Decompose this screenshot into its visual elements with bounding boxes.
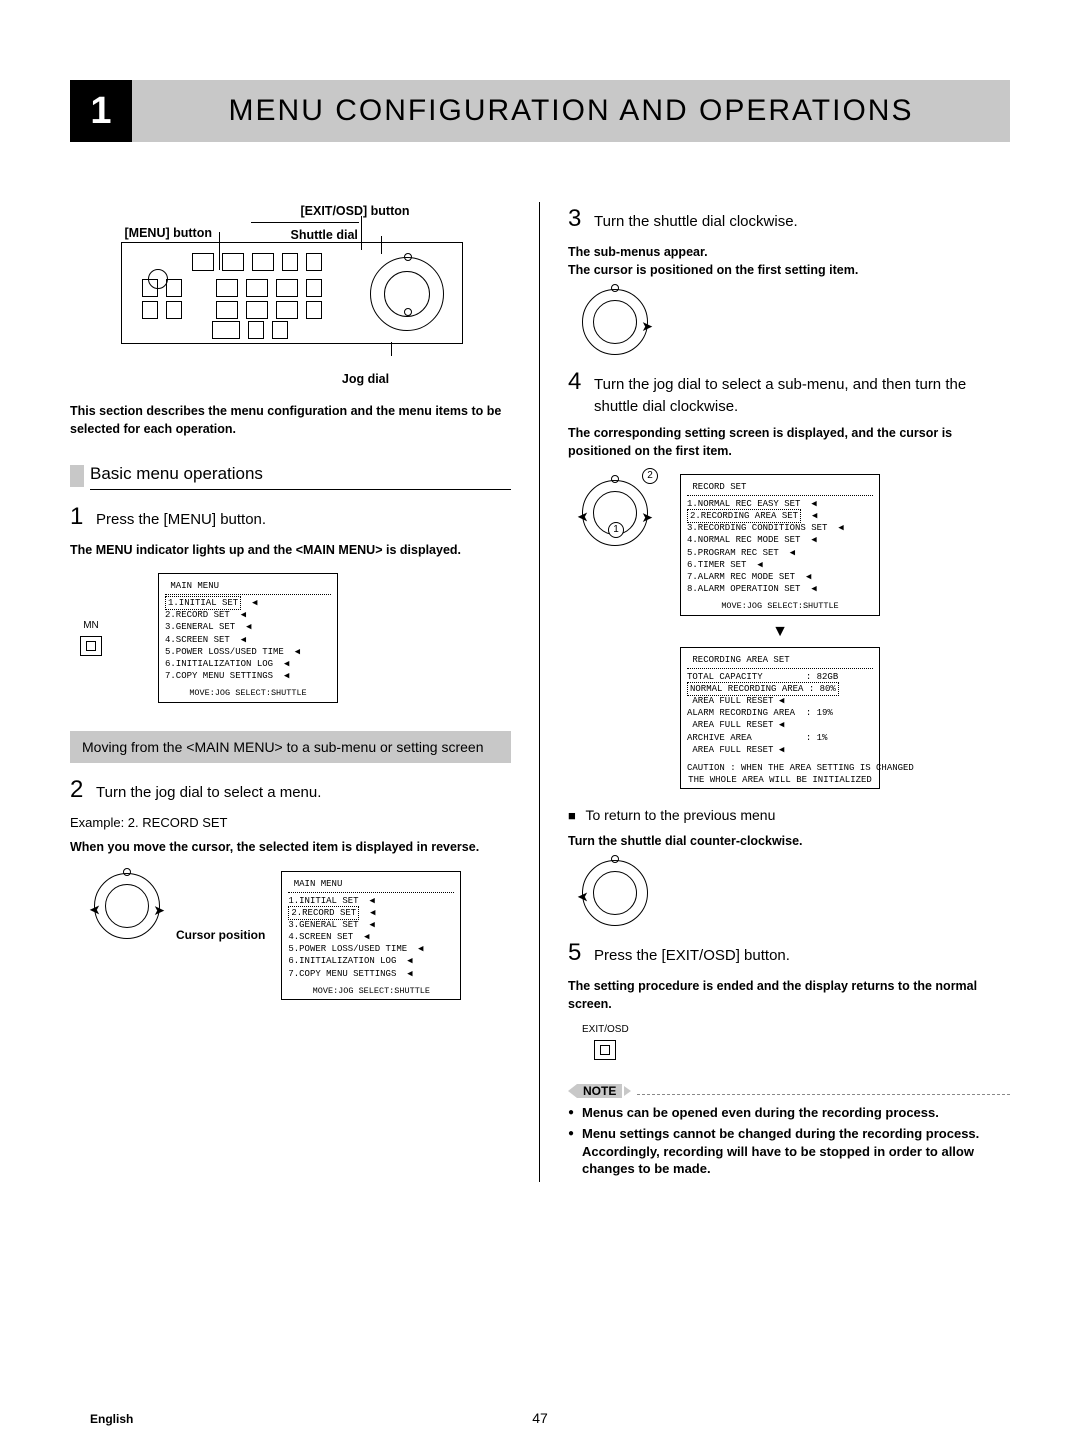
step-5-text: Press the [EXIT/OSD] button.	[594, 943, 790, 967]
shuttle-ccw-figure: ➤	[582, 860, 648, 926]
osd-record-set: RECORD SET1.NORMAL REC EASY SET ◀2.RECOR…	[680, 474, 880, 616]
step-3-sub: The sub-menus appear.The cursor is posit…	[568, 243, 1010, 279]
shuttle-dial-figure: ➤	[582, 289, 648, 355]
callout-exit-osd: [EXIT/OSD] button	[301, 202, 410, 220]
exit-osd-indicator: EXIT/OSD	[582, 1023, 629, 1060]
step-2-example: Example: 2. RECORD SET	[70, 814, 511, 833]
chapter-number: 1	[70, 80, 132, 142]
callout-menu: [MENU] button	[125, 224, 212, 242]
section-title: Basic menu operations	[70, 462, 511, 490]
jog-dial-figure: ➤ ➤	[94, 873, 160, 939]
step-2-sub: When you move the cursor, the selected i…	[70, 838, 511, 856]
callout-jog: Jog dial	[220, 370, 511, 388]
note-list: Menus can be opened even during the reco…	[568, 1104, 1010, 1178]
note-item: Menus can be opened even during the reco…	[568, 1104, 1010, 1122]
page-number: 47	[532, 1410, 548, 1426]
step-1-text: Press the [MENU] button.	[96, 507, 266, 531]
step-3-text: Turn the shuttle dial clockwise.	[594, 209, 798, 233]
step-number: 3	[568, 202, 594, 237]
osd-recording-area-set: RECORDING AREA SETTOTAL CAPACITY : 82GBN…	[680, 647, 880, 789]
step-1-sub: The MENU indicator lights up and the <MA…	[70, 541, 511, 559]
osd-main-menu: MAIN MENU1.INITIAL SET ◀2.RECORD SET ◀3.…	[158, 573, 338, 703]
footer-language: English	[90, 1412, 133, 1426]
badge-2: 2	[642, 468, 658, 484]
step-4-sub: The corresponding setting screen is disp…	[568, 424, 1010, 460]
transition-box: Moving from the <MAIN MENU> to a sub-men…	[70, 731, 511, 763]
step-number: 1	[70, 500, 96, 535]
section-describes: This section describes the menu configur…	[70, 402, 511, 438]
step-5-sub: The setting procedure is ended and the d…	[568, 977, 1010, 1013]
osd-main-menu-cursor: MAIN MENU1.INITIAL SET ◀2.RECORD SET ◀3.…	[281, 871, 461, 1001]
cursor-position-label: Cursor position	[176, 928, 265, 942]
down-arrow-icon: ▼	[680, 620, 880, 643]
square-bullet-icon: ■	[568, 807, 576, 826]
chapter-bar: 1 MENU CONFIGURATION AND OPERATIONS	[70, 80, 1010, 142]
step-4-text: Turn the jog dial to select a sub-menu, …	[594, 372, 1010, 418]
step-number: 5	[568, 936, 594, 971]
return-line: To return to the previous menu	[585, 807, 775, 823]
device-figure: [EXIT/OSD] button [MENU] button Shuttle …	[121, 202, 461, 362]
note-label: NOTE	[568, 1084, 631, 1098]
step-number: 4	[568, 365, 594, 400]
chapter-title: MENU CONFIGURATION AND OPERATIONS	[132, 94, 1010, 128]
step-number: 2	[70, 773, 96, 808]
badge-1: 1	[608, 522, 624, 538]
return-sub: Turn the shuttle dial counter-clockwise.	[568, 832, 1010, 850]
note-item: Menu settings cannot be changed during t…	[568, 1125, 1010, 1178]
note-divider	[637, 1094, 1010, 1095]
menu-indicator: MN	[80, 619, 102, 656]
step-2-text: Turn the jog dial to select a menu.	[96, 780, 321, 804]
